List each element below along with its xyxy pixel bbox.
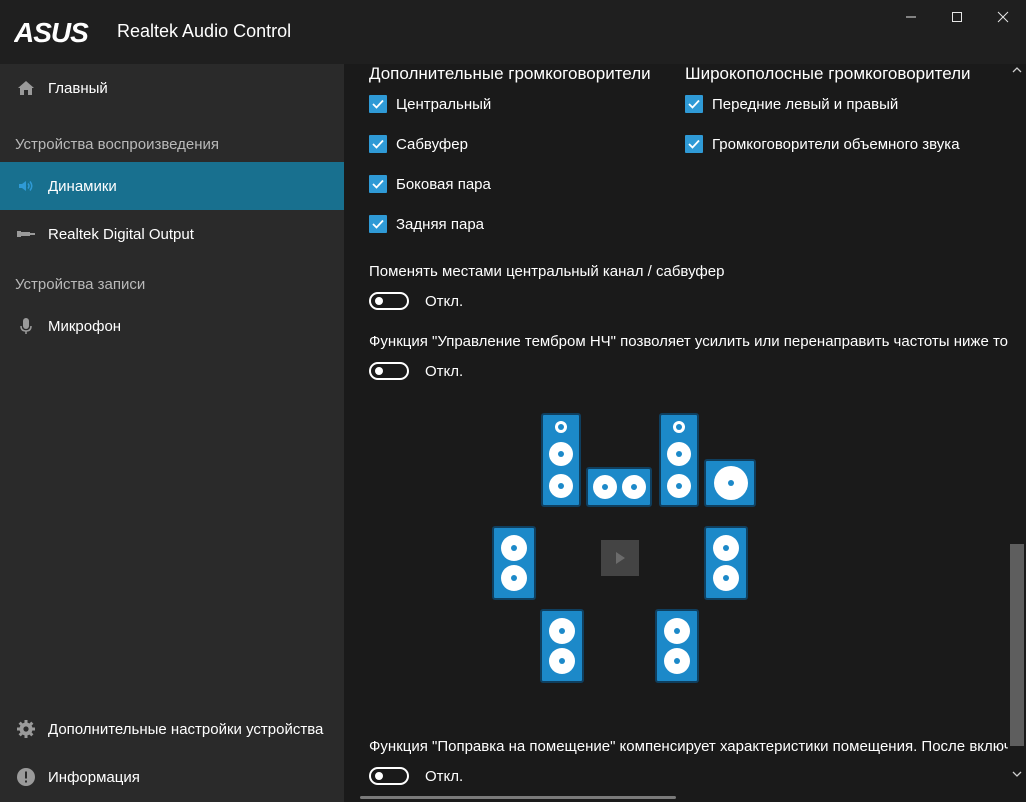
room-correction-text: Функция "Поправка на помещение" компенси… [369,738,1008,755]
speaker-driver [667,442,691,466]
speaker-front-right[interactable] [659,413,699,507]
minimize-icon [906,16,916,18]
swap-center-sub-text: Поменять местами центральный канал / саб… [369,263,725,280]
speaker-driver [549,474,573,498]
speaker-driver [501,565,527,591]
room-correction-toggle[interactable] [369,767,409,785]
speaker-driver [555,421,567,433]
checkbox-front-left-right[interactable]: Передние левый и правый [685,93,898,115]
checkbox-label: Боковая пара [396,175,491,193]
speaker-driver [549,442,573,466]
fullrange-speakers-title: Широкополосные громкоговорители [685,64,971,83]
info-icon [16,767,36,787]
speaker-front-left[interactable] [541,413,581,507]
speaker-driver [593,475,617,499]
title-bar: ASUS Realtek Audio Control [0,0,1026,64]
checkbox-checked-icon [685,95,703,113]
speaker-center[interactable] [586,467,652,507]
maximize-button[interactable] [934,0,980,34]
checkbox-label: Сабвуфер [396,135,468,153]
checkbox-center[interactable]: Центральный [369,93,491,115]
toggle-knob [375,367,383,375]
sidebar-item-label: Realtek Digital Output [48,225,194,243]
sidebar-item-microphone[interactable]: Микрофон [0,302,344,350]
sidebar-item-speakers[interactable]: Динамики [0,162,344,210]
speaker-driver [622,475,646,499]
speaker-driver [501,535,527,561]
sidebar-item-label: Микрофон [48,317,122,335]
sidebar-item-label: Информация [48,768,140,786]
maximize-icon [952,12,962,22]
speaker-test-play-button[interactable] [601,540,639,576]
checkbox-label: Центральный [396,95,492,113]
speaker-driver [664,648,690,674]
close-button[interactable] [980,0,1026,34]
room-correction-state: Откл. [425,768,464,785]
checkbox-subwoofer[interactable]: Сабвуфер [369,133,468,155]
speaker-icon [16,176,36,196]
scrollbar-thumb[interactable] [1010,544,1024,746]
recording-section-heading: Устройства записи [15,276,146,293]
sidebar-item-label: Динамики [48,177,117,195]
sidebar-item-advanced-settings[interactable]: Дополнительные настройки устройства [0,705,344,753]
sidebar-item-digital-output[interactable]: Realtek Digital Output [0,210,344,258]
svg-text:ASUS: ASUS [14,18,89,46]
bass-management-state: Откл. [425,363,464,380]
scroll-up-icon[interactable] [1012,66,1022,74]
gear-icon [16,719,36,739]
speaker-side-right[interactable] [704,526,748,600]
playback-section-heading: Устройства воспроизведения [15,136,220,153]
horizontal-scrollbar[interactable] [360,796,676,799]
checkbox-checked-icon [369,135,387,153]
checkbox-label: Задняя пара [396,215,485,233]
app-title: Realtek Audio Control [117,21,292,41]
scroll-down-icon[interactable] [1012,770,1022,778]
speaker-driver [714,466,748,500]
additional-speakers-title: Дополнительные громкоговорители [369,64,651,83]
bass-management-toggle[interactable] [369,362,409,380]
sidebar-item-information[interactable]: Информация [0,753,344,801]
speaker-driver [549,618,575,644]
close-icon [997,11,1009,23]
swap-center-sub-state: Откл. [425,293,464,310]
play-icon [616,552,625,564]
toggle-knob [375,297,383,305]
toggle-knob [375,772,383,780]
speaker-side-left[interactable] [492,526,536,600]
checkbox-checked-icon [685,135,703,153]
speaker-subwoofer[interactable] [704,459,756,507]
checkbox-rear-pair[interactable]: Задняя пара [369,213,484,235]
checkbox-checked-icon [369,215,387,233]
sidebar-item-label: Дополнительные настройки устройства [48,720,324,738]
speaker-rear-right[interactable] [655,609,699,683]
speaker-driver [713,565,739,591]
speaker-driver [673,421,685,433]
sidebar-item-home[interactable]: Главный [0,64,344,112]
checkbox-label: Передние левый и правый [712,95,899,113]
checkbox-surround-speakers[interactable]: Громкоговорители объемного звука [685,133,960,155]
digital-output-icon [16,224,36,244]
speaker-driver [664,618,690,644]
sidebar-item-label: Главный [48,79,108,97]
microphone-icon [16,316,36,336]
asus-logo: ASUS [14,18,90,46]
speaker-driver [549,648,575,674]
main-content: Дополнительные громкоговорители Широкопо… [344,64,1008,802]
speaker-driver [713,535,739,561]
minimize-button[interactable] [888,0,934,34]
speaker-driver [667,474,691,498]
vertical-scrollbar[interactable] [1008,64,1026,802]
speaker-rear-left[interactable] [540,609,584,683]
home-icon [16,78,36,98]
checkbox-checked-icon [369,175,387,193]
checkbox-checked-icon [369,95,387,113]
checkbox-label: Громкоговорители объемного звука [712,135,960,153]
sidebar: Главный Устройства воспроизведения Динам… [0,64,344,802]
bass-management-text: Функция "Управление тембром НЧ" позволяе… [369,333,1008,350]
swap-center-sub-toggle[interactable] [369,292,409,310]
checkbox-side-pair[interactable]: Боковая пара [369,173,491,195]
